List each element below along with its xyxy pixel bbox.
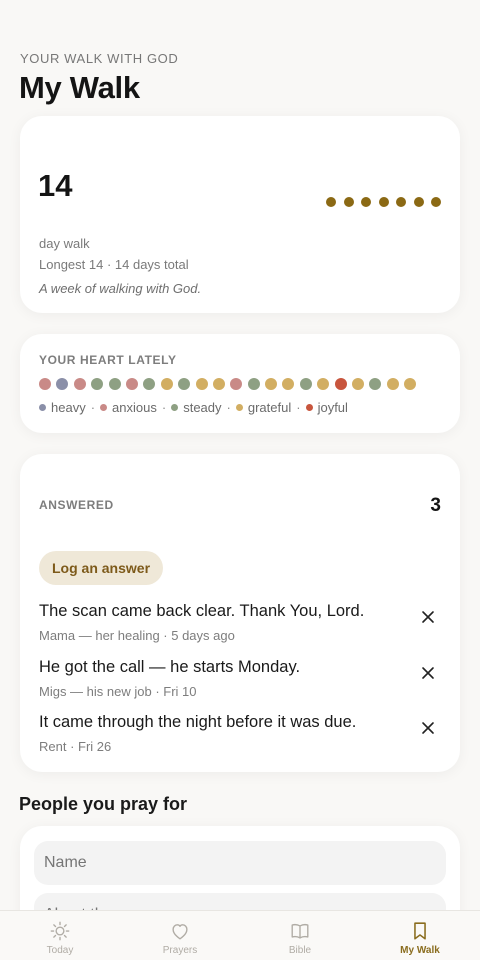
streak-longest: Longest 14 · 14 days total <box>39 257 189 272</box>
tab-prayers[interactable]: Prayers <box>120 911 240 960</box>
answered-section-label: ANSWERED <box>39 498 114 512</box>
main-content: YOUR WALK WITH GOD My Walk 14 day walk L… <box>0 0 480 910</box>
legend-item-heavy: heavy <box>39 400 86 415</box>
mood-dots <box>39 378 417 390</box>
mood-dot-anxious <box>73 378 86 390</box>
bookmark-icon <box>414 922 426 940</box>
tab-label: Today <box>46 945 74 956</box>
name-field[interactable] <box>34 841 446 885</box>
legend-dot <box>305 404 313 411</box>
streak-dot <box>361 197 371 207</box>
tab-bar: Today Prayers Bible My Walk <box>0 910 480 960</box>
mood-legend: heavy · anxious · steady · grateful · joyful <box>39 400 348 415</box>
mood-dot-steady <box>108 378 121 390</box>
close-icon[interactable] <box>421 610 435 624</box>
mood-dot-grateful <box>212 378 225 390</box>
legend-item-joyful: joyful <box>305 400 348 415</box>
mood-dot-grateful <box>404 378 417 390</box>
answered-count: 3 <box>430 495 441 516</box>
tab-bible[interactable]: Bible <box>240 911 360 960</box>
close-icon[interactable] <box>421 721 435 735</box>
answer-item: He got the call — he starts Monday. Migs… <box>39 658 441 702</box>
mood-dot-anxious <box>125 378 138 390</box>
mood-dot-grateful <box>282 378 295 390</box>
mood-dot-steady <box>369 378 382 390</box>
mood-dot-grateful <box>195 378 208 390</box>
mood-dot-steady <box>247 378 260 390</box>
page-title: My Walk <box>19 70 140 105</box>
answer-meta: Rent · Fri 26 <box>39 739 112 754</box>
streak-dot <box>396 197 406 207</box>
streak-card: 14 day walk Longest 14 · 14 days total A… <box>20 116 460 313</box>
streak-dot <box>378 197 389 207</box>
legend-label: anxious <box>112 400 157 415</box>
legend-dot <box>100 404 108 411</box>
heart-card: YOUR HEART LATELY heavy · anxious · steady · g… <box>20 334 460 433</box>
tab-my-walk[interactable]: My Walk <box>360 911 480 960</box>
tab-today[interactable]: Today <box>0 911 120 960</box>
streak-dot <box>431 197 441 207</box>
tab-label: Prayers <box>162 945 198 956</box>
answer-item: The scan came back clear. Thank You, Lor… <box>39 602 441 646</box>
streak-dots <box>326 197 441 207</box>
mood-dot-steady <box>299 378 312 390</box>
mood-dot-anxious <box>230 378 243 390</box>
legend-separator: · <box>226 400 231 415</box>
answer-item: It came through the night before it was … <box>39 713 441 757</box>
mood-dot-grateful <box>352 378 365 390</box>
legend-separator: · <box>296 400 301 415</box>
answer-meta: Migs — his new job · Fri 10 <box>39 684 197 699</box>
legend-separator: · <box>161 400 167 415</box>
heart-icon <box>172 924 188 940</box>
mood-dot-steady <box>143 378 156 390</box>
mood-dot-grateful <box>386 378 399 390</box>
legend-item-steady: steady <box>171 400 222 415</box>
close-icon[interactable] <box>421 666 435 680</box>
page-eyebrow: YOUR WALK WITH GOD <box>20 51 179 66</box>
mood-dot-grateful <box>160 378 173 390</box>
people-card <box>20 826 460 910</box>
tab-label: Bible <box>288 945 312 956</box>
people-heading: People you pray for <box>19 794 188 814</box>
log-answer-button[interactable]: Log an answer <box>39 551 164 585</box>
mood-dot-heavy <box>56 378 69 390</box>
book-icon <box>291 923 309 939</box>
about-field[interactable] <box>34 893 446 910</box>
legend-dot <box>235 404 243 411</box>
legend-separator: · <box>90 400 96 415</box>
answer-text: He got the call — he starts Monday. <box>39 658 301 676</box>
mood-dot-grateful <box>317 378 330 390</box>
heart-section-label: YOUR HEART LATELY <box>39 353 177 367</box>
mood-dot-grateful <box>265 378 278 390</box>
mood-dot-steady <box>178 378 191 390</box>
legend-label: joyful <box>317 400 348 415</box>
legend-label: steady <box>183 400 222 415</box>
sun-icon <box>50 921 70 941</box>
streak-dot <box>343 197 354 207</box>
legend-item-anxious: anxious <box>100 400 157 415</box>
answer-meta: Mama — her healing · 5 days ago <box>39 628 235 643</box>
streak-dot <box>413 197 424 207</box>
legend-item-grateful: grateful <box>235 400 292 415</box>
answer-text: The scan came back clear. Thank You, Lor… <box>39 602 365 620</box>
tab-label: My Walk <box>400 945 440 956</box>
mood-dot-steady <box>91 378 104 390</box>
answered-card: ANSWERED 3 Log an answer The scan came b… <box>20 454 460 772</box>
legend-dot <box>171 404 179 411</box>
streak-count: 14 <box>38 168 73 203</box>
streak-label: day walk <box>39 236 90 251</box>
mood-dot-joyful <box>334 378 347 390</box>
legend-label: heavy <box>51 400 86 415</box>
legend-label: grateful <box>247 400 292 415</box>
mood-dot-anxious <box>39 378 51 390</box>
answer-text: It came through the night before it was … <box>39 713 357 731</box>
legend-dot <box>39 404 46 411</box>
streak-dot <box>326 197 336 207</box>
streak-note: A week of walking with God. <box>39 281 202 296</box>
